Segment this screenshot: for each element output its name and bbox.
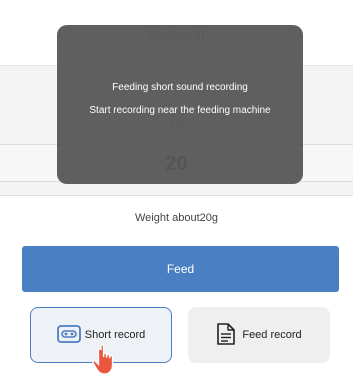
pointing-hand-icon [88,342,122,375]
voicemail-icon [56,324,81,346]
feed-button[interactable]: Feed [22,246,339,292]
recording-toast: Feeding short sound recording Start reco… [57,25,303,184]
picker-divider [0,195,353,196]
toast-message-title: Feeding short sound recording [112,82,248,93]
short-record-label: Short record [84,329,146,341]
document-icon [216,322,236,349]
toast-message-instruction: Start recording near the feeding machine [89,105,271,116]
weight-label: Weight about20g [135,212,218,224]
feed-record-label: Feed record [242,329,302,341]
feeder-screen: Portion(s) 10 20 Weight about20g Feed Sh… [0,0,353,375]
feed-record-button[interactable]: Feed record [188,307,330,363]
